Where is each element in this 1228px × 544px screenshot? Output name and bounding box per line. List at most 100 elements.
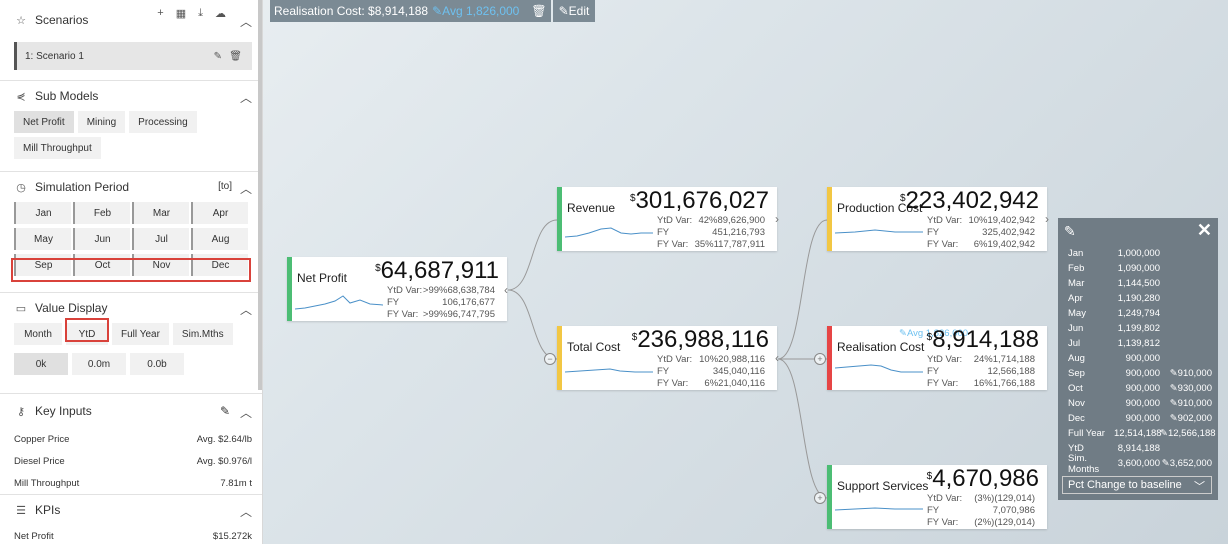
popup-row: Aug 900,000 xyxy=(1058,351,1218,366)
expand-node-icon[interactable]: + xyxy=(814,492,826,504)
kpis-section: ☰ KPIs ︿ Net Profit $15.272k xyxy=(0,495,262,544)
node-name: Support Services xyxy=(837,479,929,493)
popup-row: Jul 1,139,812 xyxy=(1058,336,1218,351)
popup-row-value: 1,000,000 xyxy=(1117,248,1160,259)
node-net-profit[interactable]: Net Profit $64,687,911 YtD Var: >99% 68,63… xyxy=(287,257,507,321)
scenario-label: 1: Scenario 1 xyxy=(25,50,84,62)
month-jul[interactable]: Jul xyxy=(132,228,189,250)
list-icon: ☰ xyxy=(16,504,26,517)
scale-0b[interactable]: 0.0b xyxy=(130,353,184,375)
top-bar: Realisation Cost: $8,914,188 ✎Avg 1,826,… xyxy=(270,0,596,22)
edit-icon[interactable]: ✎ xyxy=(214,51,222,62)
node-realisation-cost[interactable]: ✎Avg 1,826,000 Realisation Cost $8,914,1… xyxy=(827,326,1047,390)
node-stats: YtD Var: >99% 68,638,784 FY 106,176,677 FY … xyxy=(387,285,495,320)
chevron-up-icon[interactable]: ︿ xyxy=(240,503,252,520)
popup-row-edited[interactable]: ✎930,000 xyxy=(1160,383,1212,394)
popup-row: Jan 1,000,000 xyxy=(1058,246,1218,261)
scenario-item[interactable]: 1: Scenario 1 ✎ 🗑 xyxy=(14,42,252,70)
submodel-net-profit[interactable]: Net Profit xyxy=(14,111,74,133)
collapse-arrow-icon[interactable]: ‹ xyxy=(775,351,779,365)
popup-row-value: 12,514,188 xyxy=(1114,428,1162,439)
node-total-cost[interactable]: Total Cost $236,988,116 YtD Var: 10% 20,98… xyxy=(557,326,777,390)
month-jun[interactable]: Jun xyxy=(73,228,130,250)
month-aug[interactable]: Aug xyxy=(191,228,248,250)
kpi-row: Net Profit $15.272k xyxy=(14,530,252,542)
popup-row-value: 1,144,500 xyxy=(1117,278,1160,289)
month-may[interactable]: May xyxy=(14,228,71,250)
popup-row-label: Nov xyxy=(1068,398,1085,409)
popup-row-edited[interactable]: ✎902,000 xyxy=(1160,413,1212,424)
popup-row-edited[interactable]: ✎910,000 xyxy=(1160,398,1212,409)
month-feb[interactable]: Feb xyxy=(73,202,130,224)
popup-row-edited[interactable]: ✎3,652,000 xyxy=(1160,458,1212,469)
download-icon[interactable]: ⤓ xyxy=(198,7,203,20)
chevron-down-icon: ﹀ xyxy=(1194,481,1205,493)
mode-sim-mths[interactable]: Sim.Mths xyxy=(172,323,233,345)
trash-icon[interactable]: 🗑 xyxy=(531,4,546,18)
edit-list-icon[interactable]: ✎ xyxy=(220,404,230,418)
display-icon: ▭ xyxy=(15,302,27,315)
node-support-services[interactable]: Support Services $4,670,986 YtD Var: (3%)… xyxy=(827,465,1047,529)
node-revenue[interactable]: Revenue $301,676,027 YtD Var: 42% 89,626,9… xyxy=(557,187,777,251)
month-apr[interactable]: Apr xyxy=(191,202,248,224)
mode-full-year[interactable]: Full Year xyxy=(112,323,169,345)
expand-node-icon[interactable]: + xyxy=(814,353,826,365)
submodel-mining[interactable]: Mining xyxy=(77,111,126,133)
scale-0k[interactable]: 0k xyxy=(14,353,68,375)
popup-row-value: 1,139,812 xyxy=(1117,338,1160,349)
popup-row-label: Apr xyxy=(1068,293,1083,304)
popup-row-value: 3,600,000 xyxy=(1117,458,1160,469)
chevron-up-icon[interactable]: ︿ xyxy=(240,13,252,30)
cloud-upload-icon[interactable]: ☁ xyxy=(215,7,226,20)
sidebar-scrollbar[interactable] xyxy=(258,0,262,390)
close-icon[interactable]: ✕ xyxy=(1197,220,1212,241)
pencil-icon: ✎ xyxy=(1160,428,1168,439)
pencil-icon: ✎ xyxy=(1169,413,1178,424)
avg-label[interactable]: ✎Avg 1,826,000 xyxy=(432,4,519,18)
chevron-up-icon[interactable]: ︿ xyxy=(240,89,252,106)
node-production-cost[interactable]: Production Cost $223,402,942 YtD Var: 10%… xyxy=(827,187,1047,251)
edit-button[interactable]: ✎ Edit xyxy=(552,0,596,22)
popup-row-value: 1,090,000 xyxy=(1117,263,1160,274)
collapse-arrow-icon[interactable]: ‹ xyxy=(504,283,508,297)
chevron-up-icon[interactable]: ︿ xyxy=(240,180,252,197)
popup-row-value: 900,000 xyxy=(1125,368,1160,379)
popup-row-label: Sim. Months xyxy=(1068,452,1100,475)
monthly-values-popup: ✎ ✕ Jan 1,000,000 Feb 1,090,000 Mar 1,144,500… xyxy=(1058,218,1218,500)
node-stats: YtD Var: 24% 1,714,188 FY 12,566,188 FY Var… xyxy=(927,354,1035,389)
node-stats: YtD Var: 42% 89,626,900 FY 451,216,793 FY V… xyxy=(657,215,765,250)
mode-month[interactable]: Month xyxy=(14,323,62,345)
popup-row-value: 1,199,802 xyxy=(1117,323,1160,334)
add-icon[interactable]: + xyxy=(157,7,163,20)
scale-0m[interactable]: 0.0m xyxy=(72,353,126,375)
popup-row-label: Dec xyxy=(1068,413,1085,424)
chevron-up-icon[interactable]: ︿ xyxy=(240,301,252,318)
node-name: Realisation Cost xyxy=(837,340,925,354)
submodel-mill-throughput[interactable]: Mill Throughput xyxy=(14,137,101,159)
value-display-section: ▭ Value Display ︿ Month YtD Full Year Sim.M… xyxy=(0,293,262,394)
pencil-icon: ✎ xyxy=(1169,368,1178,379)
node-color-bar xyxy=(827,187,832,251)
chevron-up-icon[interactable]: ︿ xyxy=(240,404,252,421)
node-color-bar xyxy=(557,326,562,390)
popup-row-edited[interactable]: ✎12,566,188 xyxy=(1160,428,1216,439)
collapse-node-icon[interactable]: − xyxy=(544,353,556,365)
period-to[interactable]: [to] xyxy=(218,181,232,192)
expand-arrow-icon[interactable]: › xyxy=(775,212,779,226)
popup-row: Full Year 12,514,188 ✎12,566,188 xyxy=(1058,426,1218,441)
popup-row: Apr 1,190,280 xyxy=(1058,291,1218,306)
key-input-row: Diesel Price Avg. $0.976/l xyxy=(14,455,252,467)
edit-icon[interactable]: ✎ xyxy=(1064,223,1076,240)
compare-mode-value: Pct Change to baseline xyxy=(1068,479,1182,491)
popup-row-edited[interactable]: ✎910,000 xyxy=(1160,368,1212,379)
grid-icon[interactable]: ▦ xyxy=(176,7,186,20)
compare-mode-select[interactable]: Pct Change to baseline ﹀ xyxy=(1062,476,1212,494)
trash-icon[interactable]: 🗑 xyxy=(229,51,242,62)
popup-row: Dec 900,000 ✎902,000 xyxy=(1058,411,1218,426)
month-jan[interactable]: Jan xyxy=(14,202,71,224)
submodel-processing[interactable]: Processing xyxy=(129,111,197,133)
submodels-title: Sub Models xyxy=(35,89,99,103)
scenarios-title: Scenarios xyxy=(35,13,89,27)
expand-arrow-icon[interactable]: › xyxy=(1045,212,1049,226)
month-mar[interactable]: Mar xyxy=(132,202,189,224)
